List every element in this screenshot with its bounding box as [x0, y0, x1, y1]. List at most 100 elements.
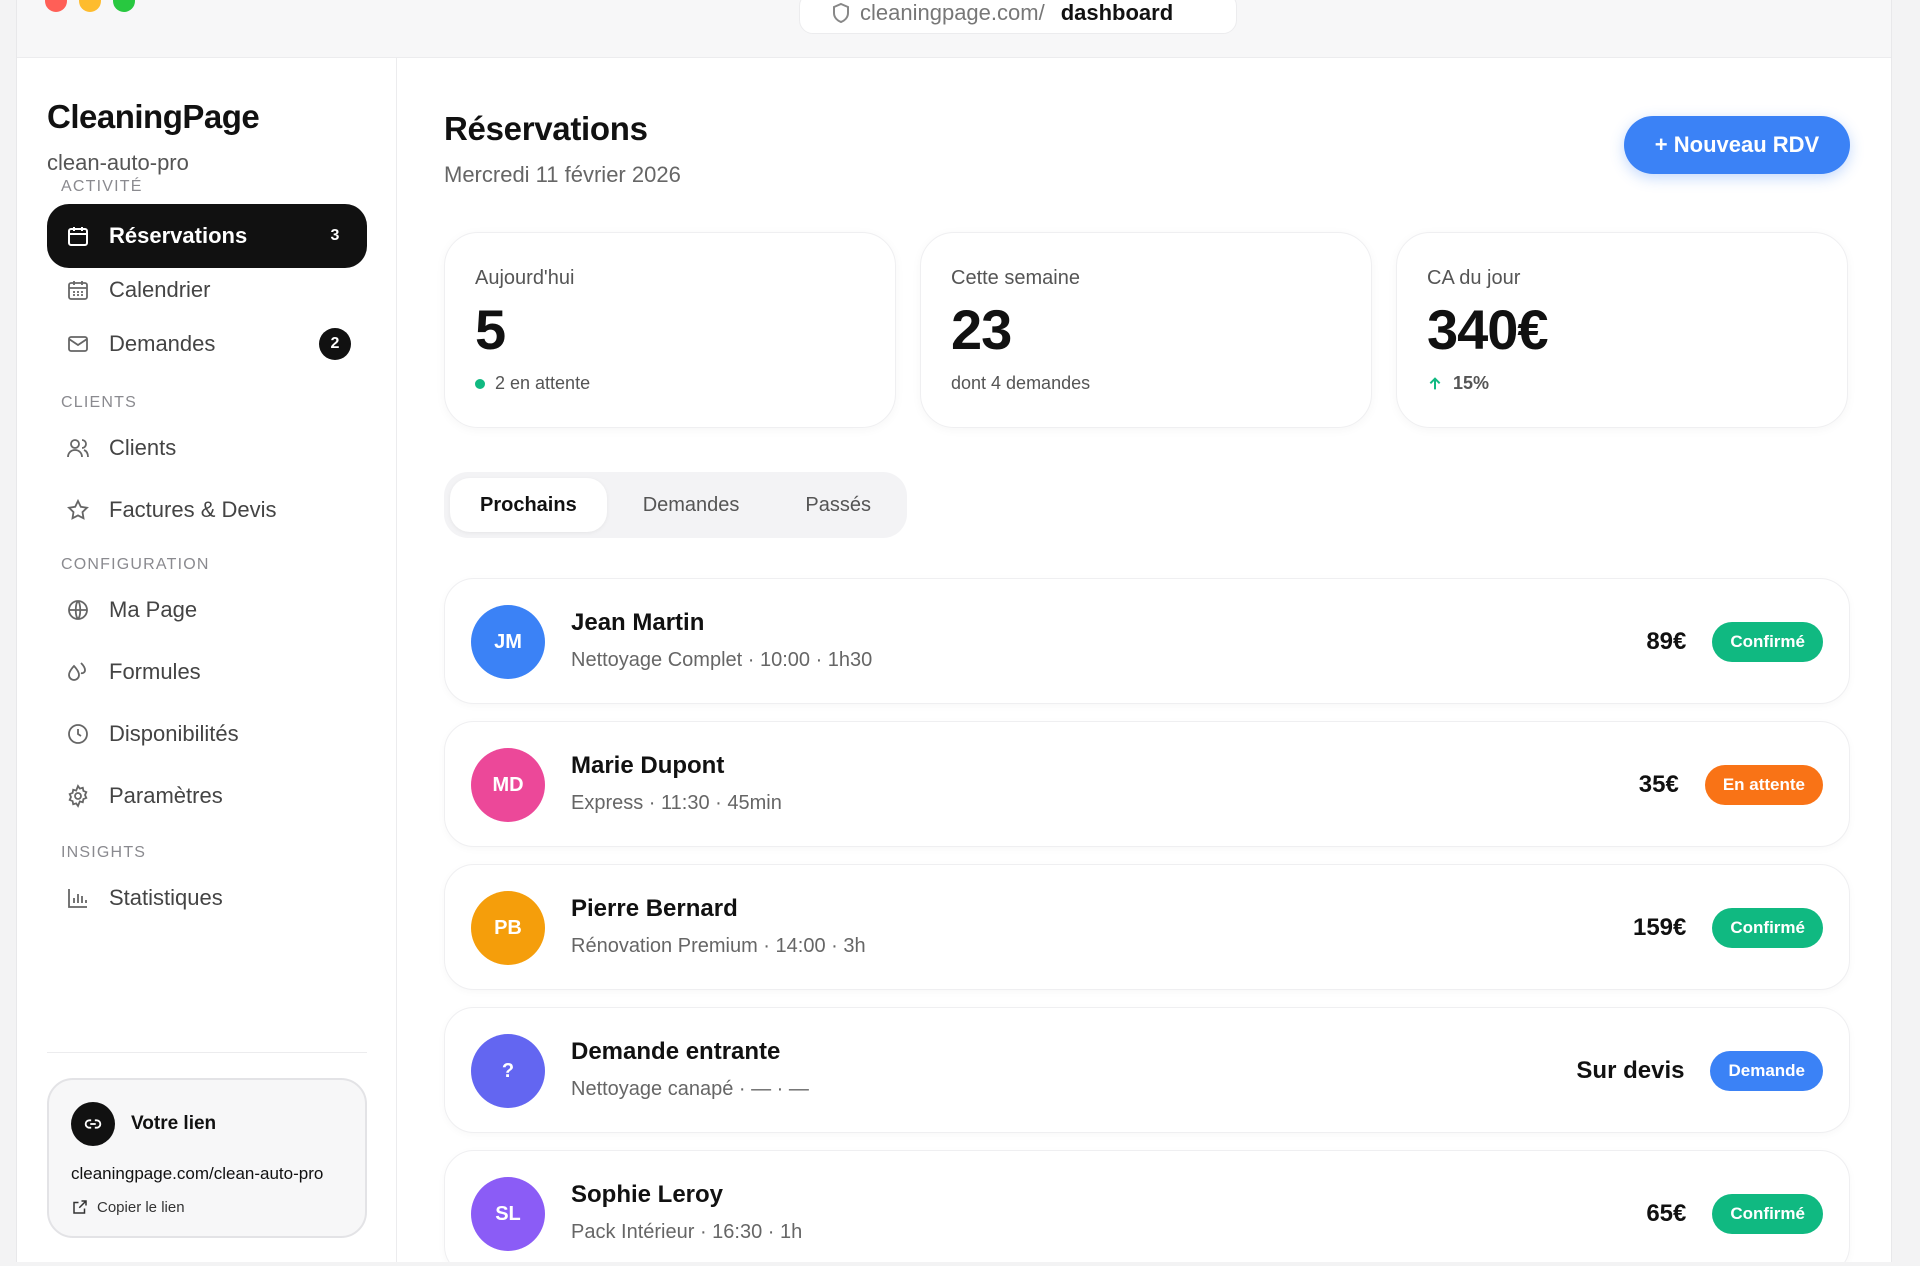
link-icon [71, 1102, 115, 1146]
section-label-activity: ACTIVITÉ [61, 178, 143, 195]
copy-link-label: Copier le lien [97, 1198, 185, 1216]
public-link-card: Votre lien cleaningpage.com/clean-auto-p… [47, 1078, 367, 1238]
sidebar-item-label: Disponibilités [109, 721, 239, 746]
users-icon [65, 435, 91, 461]
bar-chart-icon [65, 885, 91, 911]
address-bar[interactable]: cleaningpage.com/ dashboard [799, 0, 1237, 34]
client-name: Sophie Leroy [571, 1181, 724, 1208]
close-window-button[interactable] [45, 0, 67, 12]
workspace-slug: clean-auto-pro [47, 150, 189, 175]
sidebar-item-label: Calendrier [109, 277, 211, 302]
row-meta: 65€ Confirmé [1646, 1151, 1823, 1262]
price: 159€ [1632, 914, 1687, 941]
tab-passes[interactable]: Passés [775, 478, 901, 532]
clock-icon [65, 721, 91, 747]
sidebar-item-disponibilites[interactable]: Disponibilités [47, 702, 367, 766]
service-detail: Express · 11:30 · 45min [571, 792, 782, 814]
sidebar-item-label: Demandes [109, 331, 216, 356]
url-path: dashboard [1060, 0, 1174, 25]
minimize-window-button[interactable] [79, 0, 101, 12]
status-badge: Confirmé [1712, 1194, 1823, 1234]
row-meta: 159€ Confirmé [1633, 865, 1823, 991]
price: Sur devis [1576, 1057, 1685, 1084]
reservation-row[interactable]: PB Pierre Bernard Rénovation Premium · 14:… [444, 864, 1850, 990]
brand-logo: CleaningPage [47, 98, 260, 135]
globe-icon [65, 597, 91, 623]
avatar: PB [471, 891, 545, 965]
price: 89€ [1646, 628, 1687, 655]
calendar-icon [65, 223, 91, 249]
reservations-count-badge: 3 [330, 227, 340, 244]
page-title: Réservations [444, 110, 648, 147]
link-card-title: Votre lien [131, 1113, 217, 1134]
browser-window: cleaningpage.com/ dashboard CleaningPage… [16, 0, 1892, 1262]
requests-count: dont 4 demandes [951, 373, 1091, 393]
sidebar-item-formules[interactable]: Formules [47, 640, 367, 704]
status-badge: En attente [1704, 765, 1823, 805]
sidebar-item-factures-devis[interactable]: Factures & Devis [47, 478, 367, 542]
sidebar-item-parametres[interactable]: Paramètres [47, 764, 367, 828]
sidebar-item-ma-page[interactable]: Ma Page [47, 578, 367, 642]
status-dot-icon [475, 378, 485, 389]
shield-icon [833, 2, 849, 24]
url-host: cleaningpage.com/ [860, 0, 1045, 25]
price: 65€ [1646, 1200, 1687, 1227]
main-content: Réservations Mercredi 11 février 2026 + … [398, 58, 1891, 1262]
arrow-up-icon [1429, 376, 1441, 389]
reservation-row[interactable]: JM Jean Martin Nettoyage Complet · 10:00 ·… [444, 578, 1850, 704]
reservation-row[interactable]: MD Marie Dupont Express · 11:30 · 45min 35€… [444, 721, 1850, 847]
reservation-row[interactable]: SL Sophie Leroy Pack Intérieur · 16:30 · 1… [444, 1150, 1850, 1262]
client-name: Pierre Bernard [571, 895, 738, 922]
sidebar-item-label: Formules [109, 659, 201, 684]
sidebar-divider [47, 1052, 367, 1053]
sidebar-item-demandes[interactable]: Demandes 2 [47, 312, 367, 376]
maximize-window-button[interactable] [113, 0, 135, 12]
sidebar-item-label: Clients [109, 435, 177, 460]
droplets-icon [65, 659, 91, 685]
reservation-row[interactable]: ? Demande entrante Nettoyage canapé · — · … [444, 1007, 1850, 1133]
stat-label: CA du jour [1427, 267, 1521, 289]
service-detail: Pack Intérieur · 16:30 · 1h [571, 1221, 803, 1243]
tab-demandes[interactable]: Demandes [613, 478, 770, 532]
stat-card-today: Aujourd'hui 5 2 en attente [444, 232, 896, 428]
sidebar-item-statistiques[interactable]: Statistiques [47, 866, 367, 930]
stat-card-week: Cette semaine 23 dont 4 demandes [920, 232, 1372, 428]
stat-label: Aujourd'hui [475, 267, 575, 289]
service-detail: Nettoyage Complet · 10:00 · 1h30 [571, 649, 873, 671]
public-link-url[interactable]: cleaningpage.com/clean-auto-pro [71, 1164, 323, 1184]
demandes-count-badge: 2 [319, 328, 351, 360]
client-name: Demande entrante [571, 1038, 781, 1065]
stat-footnote: dont 4 demandes [951, 373, 1090, 394]
avatar: SL [471, 1177, 545, 1251]
stat-footnote: 2 en attente [475, 373, 590, 394]
new-appointment-button[interactable]: + Nouveau RDV [1624, 116, 1850, 174]
avatar: MD [471, 748, 545, 822]
tab-prochains[interactable]: Prochains [450, 478, 607, 532]
star-icon [65, 497, 91, 523]
row-meta: Sur devis Demande [1576, 1008, 1823, 1134]
section-label-insights: INSIGHTS [61, 844, 147, 861]
avatar: JM [471, 605, 545, 679]
status-badge: Confirmé [1712, 908, 1823, 948]
calendar-grid-icon [65, 277, 91, 303]
sidebar-item-clients[interactable]: Clients [47, 416, 367, 480]
row-meta: 89€ Confirmé [1646, 579, 1823, 705]
status-badge: Confirmé [1712, 622, 1823, 662]
external-link-icon [73, 1200, 87, 1214]
sidebar-item-label: Ma Page [109, 597, 198, 622]
stat-footnote: 15% [1427, 373, 1489, 394]
stat-label: Cette semaine [951, 267, 1080, 289]
sidebar-item-label: Factures & Devis [109, 497, 277, 522]
service-detail: Nettoyage canapé · — · — [571, 1078, 809, 1100]
row-meta: 35€ En attente [1639, 722, 1823, 848]
sidebar-item-label: Réservations [109, 223, 248, 248]
copy-link-button[interactable]: Copier le lien [71, 1198, 185, 1216]
status-badge: Demande [1710, 1051, 1823, 1091]
client-name: Marie Dupont [571, 752, 725, 779]
page-date: Mercredi 11 février 2026 [444, 162, 681, 187]
stat-value: 23 [951, 298, 1012, 361]
stat-card-revenue: CA du jour 340€ 15% [1396, 232, 1848, 428]
sidebar-item-label: Paramètres [109, 783, 223, 808]
client-name: Jean Martin [571, 609, 705, 636]
sidebar: CleaningPage clean-auto-pro ACTIVITÉ Rés… [17, 58, 397, 1262]
